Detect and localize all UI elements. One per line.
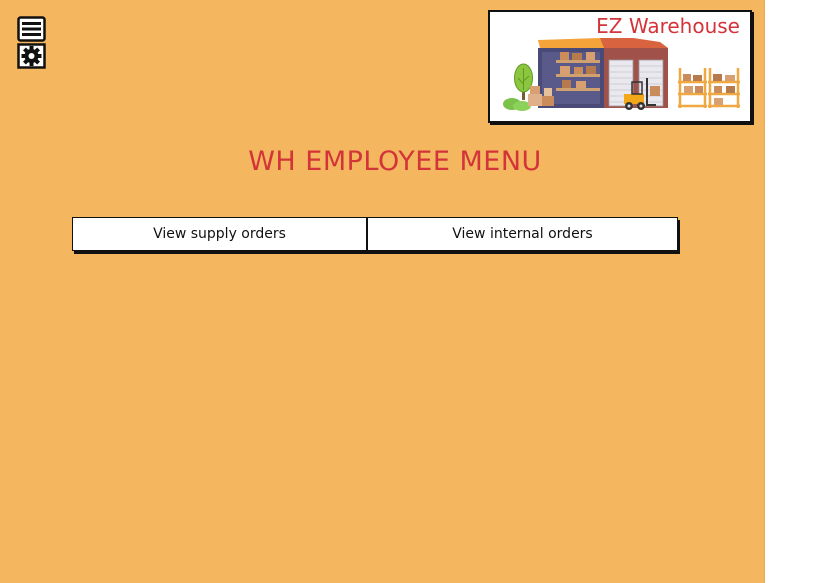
menu-icon: [17, 16, 46, 42]
app-canvas: EZ Warehouse WH EMPLOYEE MENU View suppl…: [0, 0, 765, 583]
view-internal-orders-button[interactable]: View internal orders: [367, 217, 678, 251]
settings-button[interactable]: [17, 43, 47, 69]
employee-menu-button-bar: View supply orders View internal orders: [72, 217, 678, 251]
view-supply-orders-button[interactable]: View supply orders: [72, 217, 367, 251]
brand-name: EZ Warehouse: [596, 14, 740, 38]
page-title: WH EMPLOYEE MENU: [248, 146, 542, 177]
brand-logo: EZ Warehouse: [488, 10, 752, 123]
warehouse-illustration: [503, 38, 740, 111]
menu-button[interactable]: [17, 16, 47, 42]
gear-icon: [17, 43, 46, 69]
